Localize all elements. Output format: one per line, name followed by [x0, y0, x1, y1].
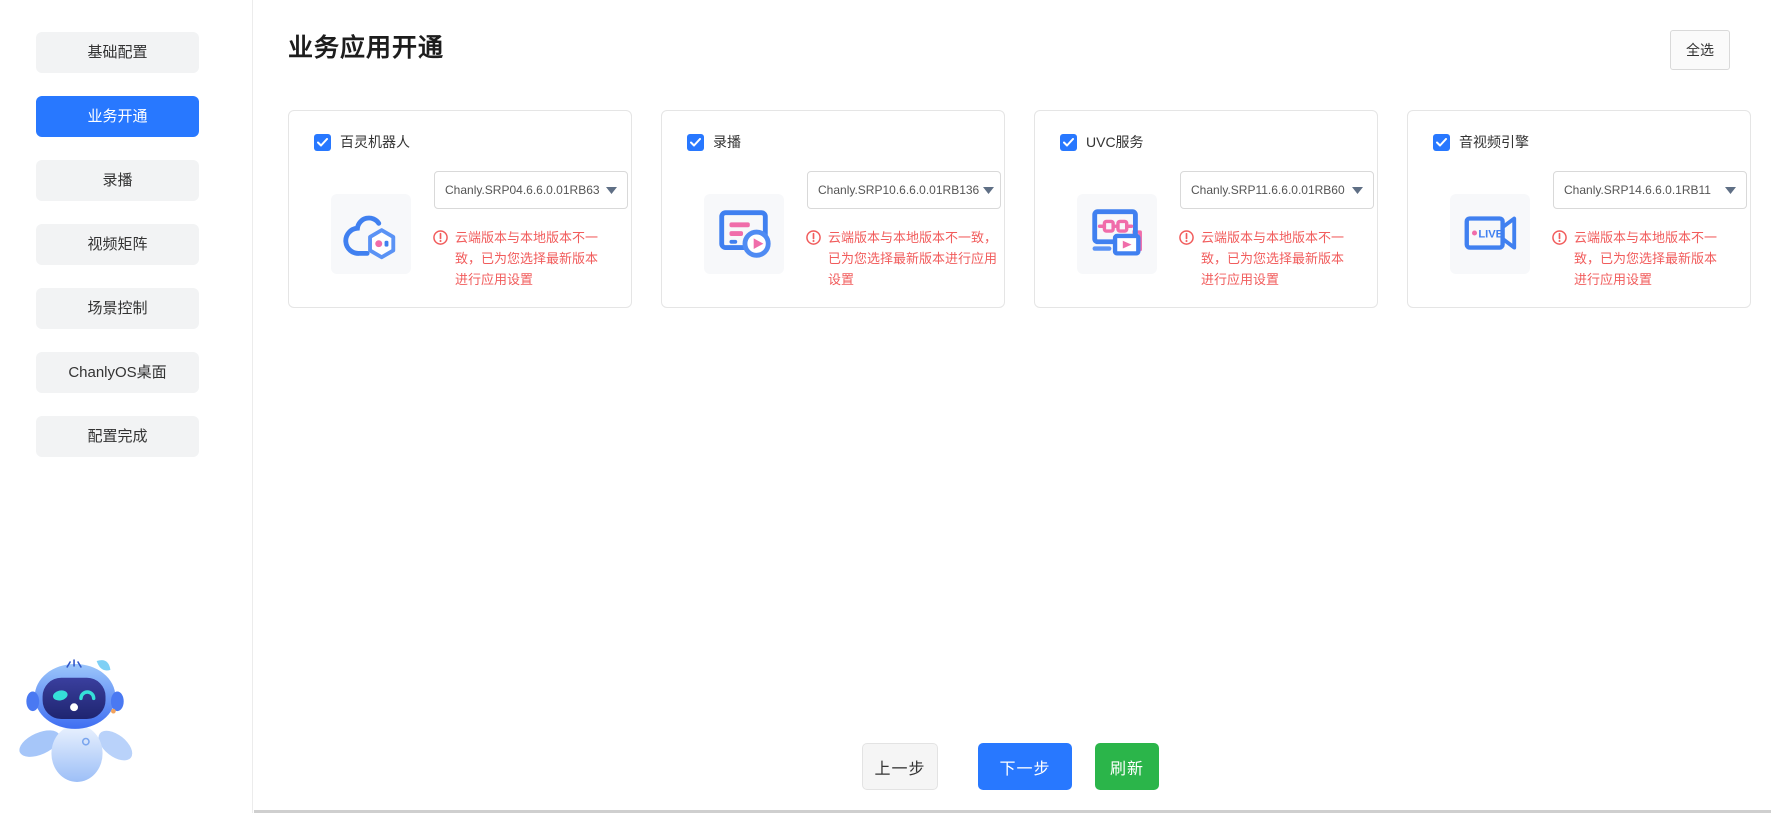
chevron-down-icon — [606, 187, 617, 194]
app-checkbox[interactable] — [1060, 134, 1077, 151]
app-card-bailing-robot: 百灵机器人 Chanly.SRP04.6.6.0.01RB63 — [288, 110, 632, 308]
version-warning: 云端版本与本地版本不一致，已为您选择最新版本进行应用设置 — [1179, 227, 1377, 290]
sidebar-item-chanlyos-desktop[interactable]: ChanlyOS桌面 — [36, 352, 199, 393]
next-step-button[interactable]: 下一步 — [978, 743, 1072, 790]
sidebar-item-business-activation[interactable]: 业务开通 — [36, 96, 199, 137]
version-value: Chanly.SRP14.6.6.0.1RB11 — [1564, 183, 1711, 197]
app-card-av-engine: 音视频引擎 LIVE Chanly.SRP14.6.6.0.1RB11 — [1407, 110, 1751, 308]
wizard-step-nav: 基础配置 业务开通 录播 视频矩阵 场景控制 ChanlyOS桌面 配置完成 — [36, 32, 199, 457]
app-card-list: 百灵机器人 Chanly.SRP04.6.6.0.01RB63 — [288, 110, 1751, 308]
chevron-down-icon — [983, 187, 994, 194]
chevron-down-icon — [1725, 187, 1736, 194]
uvc-connection-icon — [1077, 194, 1157, 274]
live-video-icon: LIVE — [1450, 194, 1530, 274]
warning-icon — [1552, 230, 1567, 290]
select-all-button[interactable]: 全选 — [1670, 30, 1730, 70]
app-card-label: 音视频引擎 — [1459, 132, 1529, 152]
check-icon — [1436, 138, 1447, 147]
warning-text: 云端版本与本地版本不一致，已为您选择最新版本进行应用设置 — [455, 227, 607, 290]
version-warning: 云端版本与本地版本不一致，已为您选择最新版本进行应用设置 — [1552, 227, 1750, 290]
sidebar: 基础配置 业务开通 录播 视频矩阵 场景控制 ChanlyOS桌面 配置完成 — [0, 0, 253, 813]
cloud-robot-icon — [331, 194, 411, 274]
recording-player-icon — [704, 194, 784, 274]
warning-icon — [806, 230, 821, 290]
version-dropdown[interactable]: Chanly.SRP04.6.6.0.01RB63 — [434, 171, 628, 209]
sidebar-item-video-matrix[interactable]: 视频矩阵 — [36, 224, 199, 265]
refresh-button[interactable]: 刷新 — [1095, 743, 1159, 790]
app-card-recording: 录播 Chanly.SRP10.6.6.0.01RB136 — [661, 110, 1005, 308]
svg-text:LIVE: LIVE — [1478, 228, 1503, 240]
version-dropdown[interactable]: Chanly.SRP11.6.6.0.01RB60 — [1180, 171, 1374, 209]
sidebar-item-recording[interactable]: 录播 — [36, 160, 199, 201]
version-value: Chanly.SRP10.6.6.0.01RB136 — [818, 183, 979, 197]
page-title: 业务应用开通 — [288, 28, 444, 64]
warning-text: 云端版本与本地版本不一致，已为您选择最新版本进行应用设置 — [1201, 227, 1353, 290]
app-checkbox[interactable] — [314, 134, 331, 151]
chevron-down-icon — [1352, 187, 1363, 194]
sidebar-item-basic-config[interactable]: 基础配置 — [36, 32, 199, 73]
warning-text: 云端版本与本地版本不一致，已为您选择最新版本进行应用设置 — [1574, 227, 1726, 290]
warning-icon — [433, 230, 448, 290]
warning-text: 云端版本与本地版本不一致，已为您选择最新版本进行应用设置 — [828, 227, 1004, 290]
check-icon — [317, 138, 328, 147]
app-card-label: 百灵机器人 — [340, 132, 410, 152]
previous-step-button[interactable]: 上一步 — [862, 743, 938, 790]
version-warning: 云端版本与本地版本不一致，已为您选择最新版本进行应用设置 — [806, 227, 1004, 290]
mascot-robot-image — [18, 655, 136, 792]
version-value: Chanly.SRP11.6.6.0.01RB60 — [1191, 183, 1345, 197]
warning-icon — [1179, 230, 1194, 290]
app-checkbox[interactable] — [687, 134, 704, 151]
version-warning: 云端版本与本地版本不一致，已为您选择最新版本进行应用设置 — [433, 227, 631, 290]
sidebar-item-scene-control[interactable]: 场景控制 — [36, 288, 199, 329]
app-checkbox[interactable] — [1433, 134, 1450, 151]
version-dropdown[interactable]: Chanly.SRP10.6.6.0.01RB136 — [807, 171, 1001, 209]
app-card-label: 录播 — [713, 132, 741, 152]
app-card-label: UVC服务 — [1086, 132, 1144, 152]
version-dropdown[interactable]: Chanly.SRP14.6.6.0.1RB11 — [1553, 171, 1747, 209]
app-card-uvc-service: UVC服务 — [1034, 110, 1378, 308]
version-value: Chanly.SRP04.6.6.0.01RB63 — [445, 183, 600, 197]
check-icon — [1063, 138, 1074, 147]
main-content: 业务应用开通 全选 百灵机器人 — [254, 0, 1771, 813]
check-icon — [690, 138, 701, 147]
sidebar-item-setup-complete[interactable]: 配置完成 — [36, 416, 199, 457]
